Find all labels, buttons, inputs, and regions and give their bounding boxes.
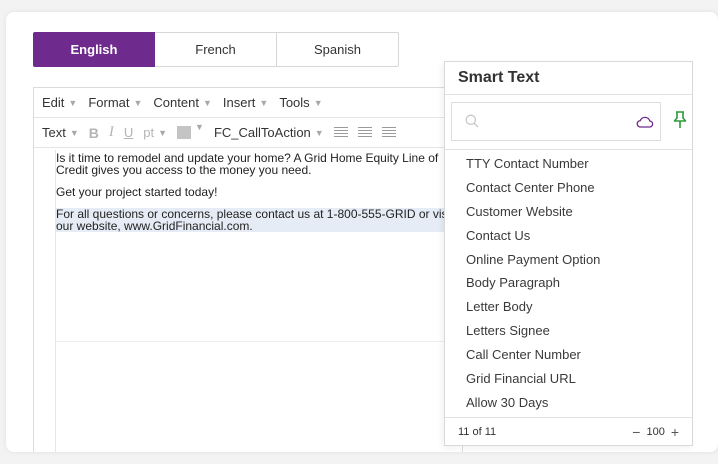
tab-english[interactable]: English bbox=[33, 32, 155, 67]
zoom-value: 100 bbox=[646, 425, 665, 438]
paragraph[interactable]: Is it time to remodel and update your ho… bbox=[56, 152, 464, 176]
chevron-down-icon: ▼ bbox=[313, 97, 323, 108]
list-item[interactable]: Grid Financial URL bbox=[445, 367, 692, 391]
style-select[interactable]: FC_CallToAction ▼ bbox=[214, 125, 324, 140]
chevron-down-icon: ▼ bbox=[259, 97, 269, 108]
italic-button[interactable]: I bbox=[109, 124, 114, 141]
text-format-select[interactable]: Text ▼ bbox=[42, 125, 79, 140]
list-item[interactable]: TTY Contact Number bbox=[445, 152, 692, 176]
align-center-icon[interactable] bbox=[357, 127, 372, 138]
list-item[interactable]: Customer Website bbox=[445, 200, 692, 224]
font-size-select[interactable]: pt ▼ bbox=[143, 125, 167, 140]
underline-icon: U bbox=[123, 125, 134, 140]
color-swatch-icon bbox=[177, 126, 192, 139]
menu-edit[interactable]: Edit ▼ bbox=[42, 95, 77, 110]
panel-footer: 11 of 11 − 100 + bbox=[445, 417, 692, 445]
search-icon bbox=[465, 114, 479, 128]
italic-icon: I bbox=[108, 124, 114, 140]
text-format-label: Text bbox=[42, 125, 66, 140]
zoom-out-button[interactable]: − bbox=[632, 424, 640, 440]
zoom-control: − 100 + bbox=[626, 424, 679, 440]
list-item[interactable]: Call Center Number bbox=[445, 343, 692, 367]
chevron-down-icon: ▼ bbox=[68, 97, 78, 108]
menu-edit-label: Edit bbox=[42, 95, 65, 110]
document-body[interactable]: Is it time to remodel and update your ho… bbox=[56, 152, 464, 242]
menu-insert-label: Insert bbox=[222, 95, 256, 110]
tab-french[interactable]: French bbox=[155, 32, 277, 67]
list-item[interactable]: Online Payment Option bbox=[445, 248, 692, 272]
style-select-label: FC_CallToAction bbox=[213, 125, 311, 140]
tab-spanish[interactable]: Spanish bbox=[277, 32, 399, 67]
menu-tools-label: Tools bbox=[279, 95, 310, 110]
underline-button[interactable]: U bbox=[124, 125, 133, 140]
menu-format[interactable]: Format ▼ bbox=[88, 95, 142, 110]
formatting-toolbar: Text ▼ B I U pt ▼ ▼ FC_CallToAction ▼ bbox=[34, 118, 462, 148]
item-count: 11 of 11 bbox=[458, 425, 497, 438]
menu-tools[interactable]: Tools ▼ bbox=[279, 95, 322, 110]
list-item[interactable]: Allow 30 Days bbox=[445, 391, 692, 415]
list-item[interactable]: Body Paragraph bbox=[445, 271, 692, 295]
smart-text-list: TTY Contact Number Contact Center Phone … bbox=[445, 152, 692, 415]
editor-gutter bbox=[34, 150, 56, 453]
list-item[interactable]: Contact Center Phone bbox=[445, 176, 692, 200]
menu-insert[interactable]: Insert ▼ bbox=[223, 95, 268, 110]
chevron-down-icon: ▼ bbox=[133, 97, 143, 108]
language-tabs: English French Spanish bbox=[33, 32, 399, 67]
align-right-icon[interactable] bbox=[381, 127, 396, 138]
editor-content-area[interactable]: Is it time to remodel and update your ho… bbox=[34, 150, 464, 453]
menu-content-label: Content bbox=[153, 95, 199, 110]
menubar: Edit ▼ Format ▼ Content ▼ Insert ▼ Tools ▼ bbox=[34, 88, 462, 118]
list-item[interactable]: Letters Signee bbox=[445, 319, 692, 343]
chevron-down-icon: ▼ bbox=[195, 121, 204, 132]
page-divider bbox=[56, 341, 464, 342]
menu-format-label: Format bbox=[88, 95, 130, 110]
pin-icon[interactable] bbox=[672, 110, 688, 130]
zoom-in-button[interactable]: + bbox=[671, 424, 679, 440]
chevron-down-icon: ▼ bbox=[202, 97, 212, 108]
chevron-down-icon: ▼ bbox=[314, 127, 324, 138]
cloud-icon[interactable] bbox=[636, 114, 654, 130]
divider bbox=[445, 149, 692, 150]
smart-text-panel: Smart Text TTY Contact Number Contact Ce… bbox=[444, 61, 693, 446]
text-color-button[interactable]: ▼ bbox=[177, 122, 204, 139]
chevron-down-icon: ▼ bbox=[69, 127, 79, 138]
menu-content[interactable]: Content ▼ bbox=[153, 95, 211, 110]
align-left-icon[interactable] bbox=[333, 127, 348, 138]
panel-title: Smart Text bbox=[445, 62, 692, 95]
rich-text-editor: Edit ▼ Format ▼ Content ▼ Insert ▼ Tools ▼ Te… bbox=[33, 87, 464, 453]
paragraph-highlighted[interactable]: For all questions or concerns, please co… bbox=[56, 208, 464, 232]
list-item[interactable]: Letter Body bbox=[445, 295, 692, 319]
bold-icon: B bbox=[88, 124, 99, 141]
list-item[interactable]: Contact Us bbox=[445, 224, 692, 248]
search-input[interactable] bbox=[484, 103, 624, 140]
bold-button[interactable]: B bbox=[89, 125, 99, 141]
chevron-down-icon: ▼ bbox=[158, 127, 168, 138]
search-box bbox=[451, 102, 661, 141]
font-size-label: pt bbox=[143, 125, 155, 140]
paragraph[interactable]: Get your project started today! bbox=[56, 186, 464, 198]
